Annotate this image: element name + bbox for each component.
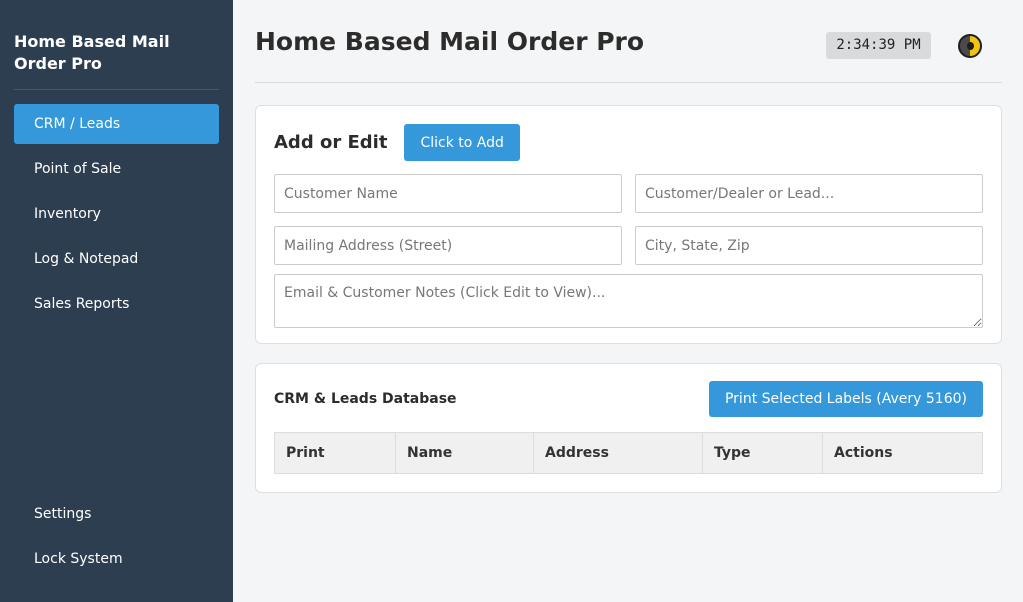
city-state-zip-field[interactable] xyxy=(635,226,983,265)
database-title: CRM & Leads Database xyxy=(274,391,457,407)
add-edit-title: Add or Edit xyxy=(274,132,388,153)
column-header-type[interactable]: Type xyxy=(702,432,823,474)
column-header-actions[interactable]: Actions xyxy=(822,432,983,474)
column-header-address[interactable]: Address xyxy=(533,432,703,474)
sidebar-bottom-nav: Settings Lock System xyxy=(14,494,219,584)
sidebar-item-log-notepad[interactable]: Log & Notepad xyxy=(14,239,219,279)
sidebar-item-crm-leads[interactable]: CRM / Leads xyxy=(14,104,219,144)
app-root: Home Based Mail Order Pro CRM / Leads Po… xyxy=(0,0,1023,602)
sidebar-item-settings[interactable]: Settings xyxy=(14,494,219,534)
customer-type-field[interactable] xyxy=(635,174,983,213)
sidebar-item-lock-system[interactable]: Lock System xyxy=(14,539,219,579)
mailing-address-field[interactable] xyxy=(274,226,622,265)
crm-database-card: CRM & Leads Database Print Selected Labe… xyxy=(255,363,1002,493)
customer-name-field[interactable] xyxy=(274,174,622,213)
print-labels-button[interactable]: Print Selected Labels (Avery 5160) xyxy=(708,381,983,417)
sidebar-item-inventory[interactable]: Inventory xyxy=(14,194,219,234)
database-header: CRM & Leads Database Print Selected Labe… xyxy=(274,381,983,417)
half-moon-theme-icon[interactable] xyxy=(958,34,982,58)
theme-icon-dot xyxy=(967,42,974,50)
notes-textarea[interactable] xyxy=(274,274,983,328)
sidebar-item-point-of-sale[interactable]: Point of Sale xyxy=(14,149,219,189)
form-row-1 xyxy=(274,174,983,213)
column-header-name[interactable]: Name xyxy=(395,432,534,474)
main-content: Home Based Mail Order Pro 2:34:39 PM Add… xyxy=(233,0,1023,602)
crm-table: Print Name Address Type Actions xyxy=(274,432,983,474)
add-edit-card: Add or Edit Click to Add xyxy=(255,105,1002,344)
form-row-2 xyxy=(274,226,983,265)
table-header-row: Print Name Address Type Actions xyxy=(274,432,983,474)
brand-title: Home Based Mail Order Pro xyxy=(14,0,219,90)
column-header-print[interactable]: Print xyxy=(274,432,396,474)
sidebar: Home Based Mail Order Pro CRM / Leads Po… xyxy=(0,0,233,602)
click-to-add-button[interactable]: Click to Add xyxy=(404,124,520,161)
sidebar-item-sales-reports[interactable]: Sales Reports xyxy=(14,284,219,324)
page-title: Home Based Mail Order Pro xyxy=(255,26,645,56)
sidebar-nav: CRM / Leads Point of Sale Inventory Log … xyxy=(14,104,219,324)
page-header: Home Based Mail Order Pro 2:34:39 PM xyxy=(255,0,1002,83)
clock-display: 2:34:39 PM xyxy=(826,32,931,59)
add-edit-header: Add or Edit Click to Add xyxy=(274,124,983,161)
